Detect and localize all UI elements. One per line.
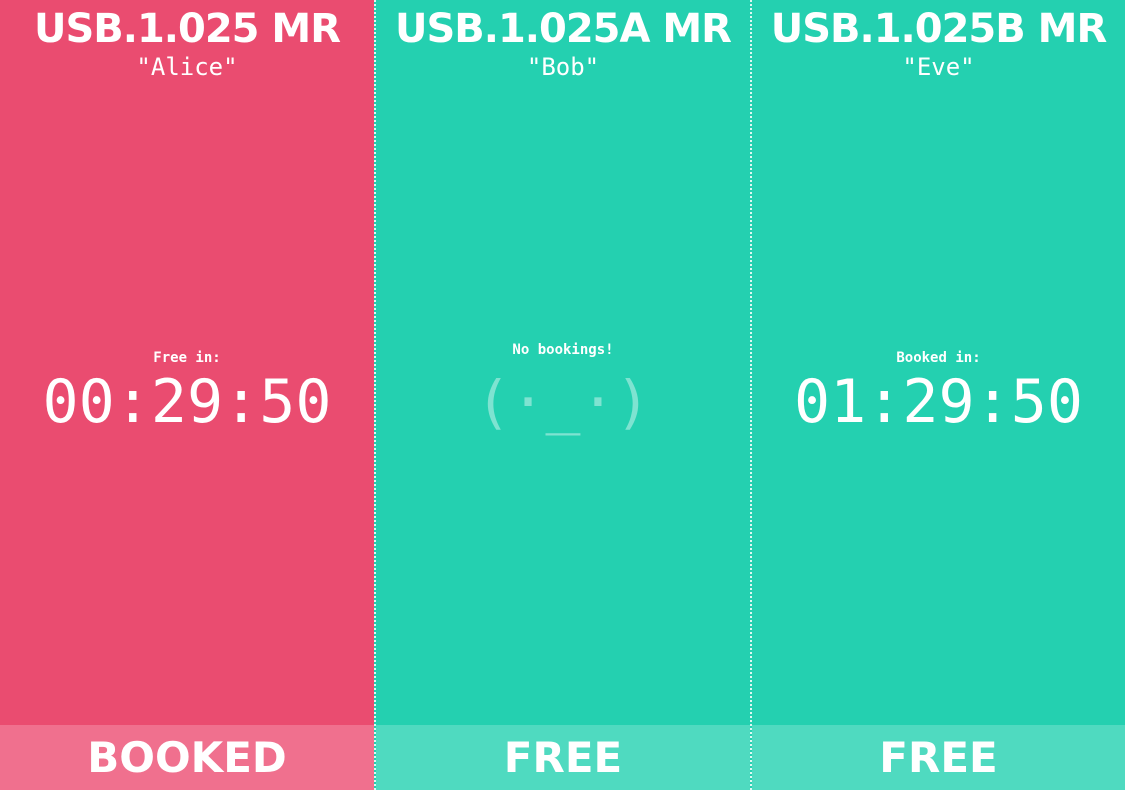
countdown-caption: Free in: [153, 350, 221, 366]
status-bar: FREE [376, 725, 750, 790]
room-id: USB.1.025 MR [33, 6, 341, 52]
countdown-timer: 01:29:50 [794, 367, 1083, 437]
room-name: "Alice" [136, 53, 238, 81]
no-bookings-caption: No bookings! [512, 342, 614, 358]
empty-face-emoticon: (·_·) [475, 368, 651, 436]
status-bar: FREE [752, 725, 1125, 790]
countdown-caption: Booked in: [896, 350, 981, 366]
room-id: USB.1.025B MR [770, 6, 1108, 52]
room-panel-bob: USB.1.025A MR "Bob" No bookings! (·_·) F… [374, 0, 750, 790]
room-panel-eve: USB.1.025B MR "Eve" Booked in: 01:29:50 … [750, 0, 1125, 790]
room-board: USB.1.025 MR "Alice" Free in: 00:29:50 B… [0, 0, 1125, 790]
room-name: "Eve" [902, 53, 975, 81]
room-id: USB.1.025A MR [395, 6, 732, 52]
countdown-timer: 00:29:50 [42, 367, 332, 437]
status-bar: BOOKED [0, 725, 374, 790]
room-name: "Bob" [526, 53, 600, 81]
room-panel-alice: USB.1.025 MR "Alice" Free in: 00:29:50 B… [0, 0, 374, 790]
